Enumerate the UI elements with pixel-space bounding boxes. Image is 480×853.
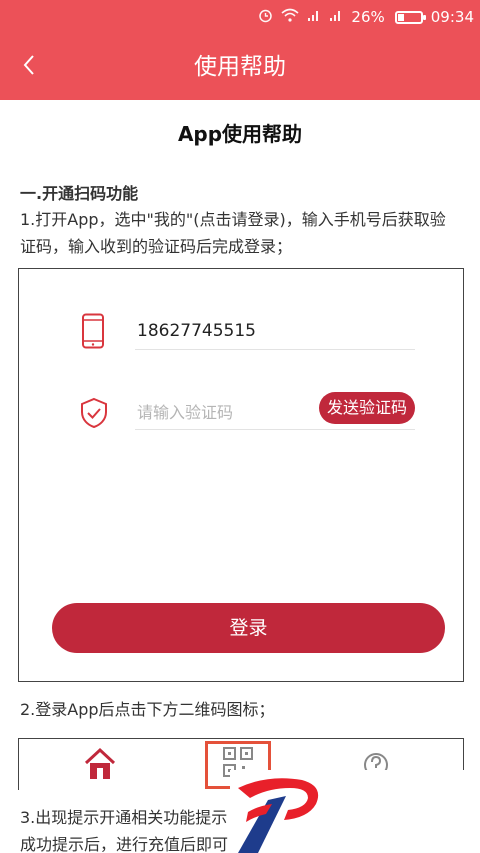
step-3-text: 3.出现提示开通相关功能提示成功提示后，进行充值后即可 bbox=[20, 808, 229, 853]
status-time: 09:34 bbox=[430, 8, 474, 26]
divider bbox=[135, 429, 415, 430]
send-code-button[interactable]: 发送验证码 bbox=[319, 392, 415, 424]
mobile-phone-icon bbox=[82, 313, 104, 349]
login-button[interactable]: 登录 bbox=[52, 603, 445, 653]
shield-check-icon bbox=[81, 397, 107, 429]
brand-logo bbox=[238, 778, 319, 853]
battery-icon bbox=[394, 10, 426, 24]
home-icon[interactable] bbox=[83, 741, 117, 789]
doc-title: App使用帮助 bbox=[177, 122, 303, 146]
step-2-text: 2.登录App后点击下方二维码图标； bbox=[20, 700, 275, 719]
signal-icon bbox=[329, 8, 343, 26]
page-title: 使用帮助 bbox=[194, 54, 286, 80]
alarm-clock-icon bbox=[258, 8, 273, 27]
verification-code-input[interactable] bbox=[137, 399, 317, 425]
login-screenshot-panel: 18627745515 发送验证码 登录 bbox=[18, 268, 464, 682]
section-heading: 一.开通扫码功能 bbox=[20, 184, 139, 203]
app-header: 26% 09:34 使用帮助 bbox=[0, 0, 480, 100]
status-bar: 26% 09:34 bbox=[258, 6, 474, 28]
phone-number-field[interactable]: 18627745515 bbox=[137, 321, 256, 341]
battery-percent: 26% bbox=[351, 8, 385, 26]
signal-icon bbox=[307, 8, 321, 26]
divider bbox=[135, 349, 415, 350]
wifi-icon bbox=[281, 8, 299, 26]
step-1-text: 1.打开App，选中"我的"(点击请登录)，输入手机号后获取验证码，输入收到的验… bbox=[20, 210, 446, 256]
